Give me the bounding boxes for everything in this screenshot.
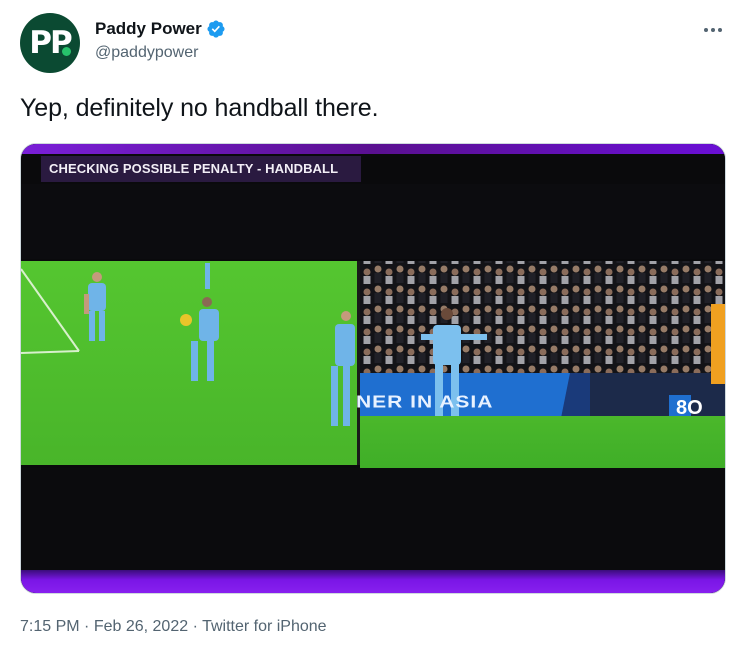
more-dots-icon[interactable] xyxy=(700,16,730,40)
var-broadcast-image xyxy=(21,144,725,593)
tweet-source[interactable]: Twitter for iPhone xyxy=(202,618,327,635)
handle[interactable]: @paddypower xyxy=(95,44,226,62)
tweet-media-photo[interactable]: CHECKING POSSIBLE PENALTY - HANDBALL NER… xyxy=(20,143,726,594)
tweet: PP Paddy Power @paddypower Yep, definite… xyxy=(0,0,740,657)
ad-board-number: 8O xyxy=(676,397,703,419)
meta-separator: · xyxy=(84,618,90,635)
ad-board-text: NER IN ASIA xyxy=(356,392,494,412)
tweet-meta: 7:15 PM · Feb 26, 2022 · Twitter for iPh… xyxy=(20,618,327,636)
name-row: Paddy Power xyxy=(95,18,226,40)
avatar-logo-text: PP xyxy=(29,25,72,61)
avatar[interactable]: PP xyxy=(20,13,80,73)
verified-badge-icon xyxy=(207,20,225,38)
tweet-date[interactable]: Feb 26, 2022 xyxy=(94,618,188,635)
tweet-text: Yep, definitely no handball there. xyxy=(20,94,379,122)
author-block: Paddy Power @paddypower xyxy=(95,18,226,62)
meta-separator: · xyxy=(192,618,198,635)
display-name[interactable]: Paddy Power xyxy=(95,19,202,39)
avatar-logo-dot xyxy=(62,47,71,56)
var-check-banner: CHECKING POSSIBLE PENALTY - HANDBALL xyxy=(49,161,339,176)
tweet-time[interactable]: 7:15 PM xyxy=(20,618,80,635)
